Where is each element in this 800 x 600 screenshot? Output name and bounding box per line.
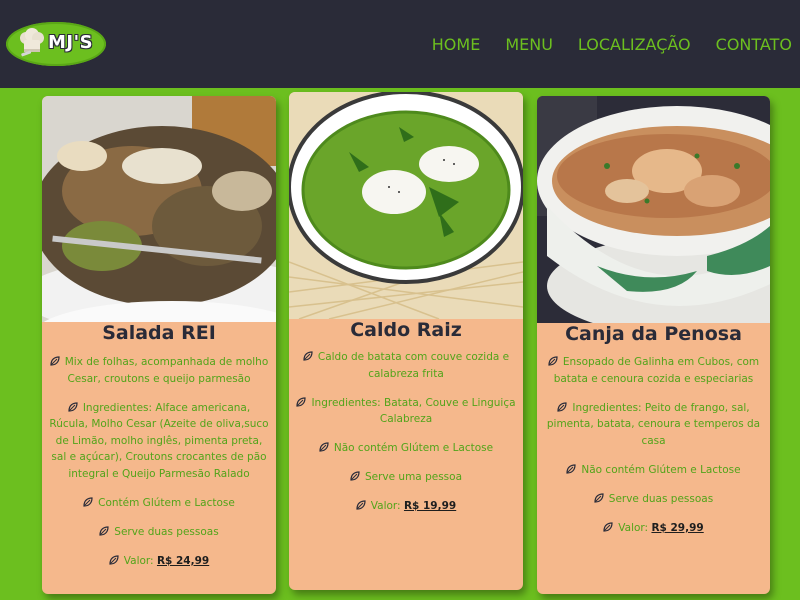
card-details: Mix de folhas, acompanhada de molho Cesa…	[48, 354, 270, 582]
card-price: Valor: R$ 29,99	[543, 520, 764, 537]
leaf-icon	[594, 492, 604, 503]
card-price: Valor: R$ 19,99	[295, 498, 517, 515]
leaf-icon	[356, 500, 366, 510]
leaf-icon	[557, 401, 567, 412]
logo-text: MJ'S	[48, 32, 94, 53]
leaf-icon	[303, 351, 313, 361]
card-title: Salada REI	[102, 322, 216, 344]
card-allergens: Não contém Glútem e Lactose	[295, 440, 517, 457]
menu-card-caldo-raiz: Caldo Raiz Caldo de batata com couve coz…	[289, 92, 523, 590]
card-serves: Serve duas pessoas	[543, 491, 764, 508]
leaf-icon	[50, 356, 60, 366]
chicken-soup-photo	[537, 96, 770, 323]
nav-contact-link[interactable]: CONTATO	[716, 35, 792, 54]
price-value[interactable]: R$ 19,99	[404, 500, 456, 512]
card-title: Canja da Penosa	[565, 323, 742, 345]
leaf-icon	[548, 356, 558, 366]
card-title: Caldo Raiz	[350, 319, 462, 341]
brand-logo[interactable]: MJ'S	[6, 22, 106, 66]
leaf-icon	[319, 442, 329, 452]
leaf-icon	[350, 471, 360, 481]
leaf-icon	[83, 496, 93, 507]
card-ingredients: Ingredientes: Batata, Couve e Linguiça C…	[295, 395, 517, 428]
leaf-icon	[566, 463, 576, 474]
leaf-icon	[99, 525, 109, 536]
card-price: Valor: R$ 24,99	[48, 553, 270, 570]
salad-photo	[42, 96, 276, 322]
card-allergens: Contém Glútem e Lactose	[48, 495, 270, 512]
price-value[interactable]: R$ 24,99	[157, 555, 209, 567]
price-value[interactable]: R$ 29,99	[651, 522, 703, 534]
card-ingredients: Ingredientes: Alface americana, Rúcula, …	[49, 401, 269, 480]
leaf-icon	[603, 521, 613, 532]
leaf-icon	[296, 396, 307, 407]
card-serves: Serve uma pessoa	[295, 469, 517, 486]
card-allergens: Não contém Glútem e Lactose	[543, 462, 764, 479]
green-soup-photo	[289, 92, 523, 319]
leaf-icon	[109, 554, 119, 565]
card-ingredients: Ingredientes: Peito de frango, sal, pime…	[546, 401, 761, 447]
card-description: Ensopado de Galinha em Cubos, com batata…	[543, 354, 764, 387]
menu-card-canja-da-penosa: Canja da Penosa Ensopado de Galinha em C…	[537, 96, 770, 594]
card-details: Ensopado de Galinha em Cubos, com batata…	[543, 354, 764, 549]
leaf-icon	[68, 401, 78, 412]
nav-location-link[interactable]: LOCALIZAÇÃO	[578, 35, 691, 54]
chef-hat-icon	[20, 28, 44, 57]
site-header: MJ'S HOME MENU LOCALIZAÇÃO CONTATO	[0, 0, 800, 88]
card-description: Caldo de batata com couve cozida e calab…	[295, 349, 517, 382]
card-serves: Serve duas pessoas	[48, 524, 270, 541]
main-nav: HOME MENU LOCALIZAÇÃO CONTATO	[432, 35, 792, 54]
menu-card-salada-rei: Salada REI Mix de folhas, acompanhada de…	[42, 96, 276, 594]
card-details: Caldo de batata com couve cozida e calab…	[295, 349, 517, 527]
nav-home-link[interactable]: HOME	[432, 35, 481, 54]
card-description: Mix de folhas, acompanhada de molho Cesa…	[48, 354, 270, 387]
nav-menu-link[interactable]: MENU	[505, 35, 553, 54]
